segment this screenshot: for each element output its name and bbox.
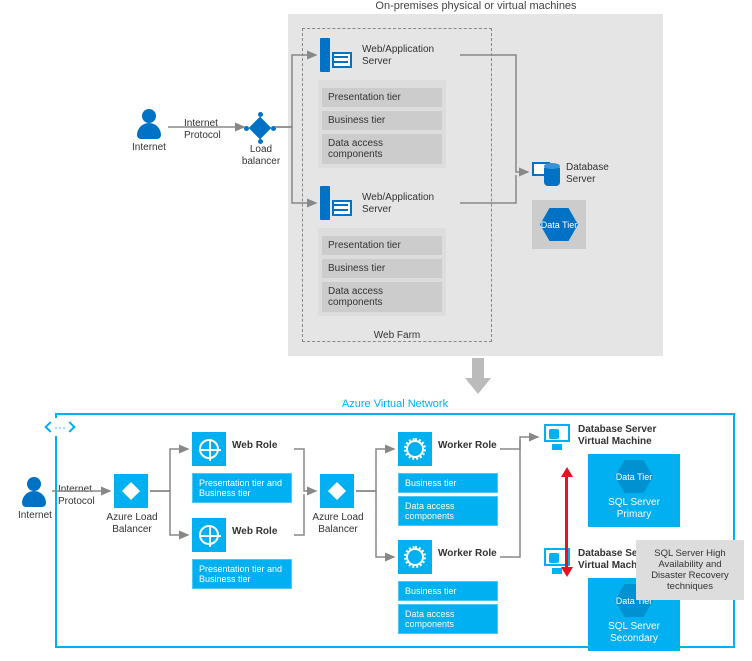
data-access-tier: Data access components	[398, 496, 498, 526]
server-label: Web/Application Server	[362, 192, 452, 216]
web-role-tier: Presentation tier and Business tier	[192, 473, 292, 503]
presentation-tier: Presentation tier	[322, 236, 442, 255]
data-tier-hex: Data Tier	[615, 460, 653, 493]
migration-arrow-icon	[465, 358, 491, 396]
replication-arrow-icon	[561, 467, 573, 577]
worker-role-label: Worker Role	[438, 440, 508, 452]
tiers-group: Presentation tier Business tier Data acc…	[318, 80, 446, 168]
db-vm-icon	[542, 424, 572, 450]
webapp-server-icon	[320, 186, 348, 220]
sql-primary-block: Data Tier SQL Server Primary	[588, 454, 680, 527]
user-icon	[20, 477, 48, 507]
user-icon	[135, 109, 163, 139]
business-tier: Business tier	[322, 259, 442, 278]
worker-tiers: Business tier Data access components	[398, 578, 498, 634]
alb-label: Azure Load Balancer	[312, 512, 364, 536]
web-role-label: Web Role	[232, 526, 292, 538]
data-tier-box: Data Tier	[532, 200, 586, 249]
internet-label: Internet	[124, 142, 174, 154]
db-server-label: Database Server	[566, 162, 626, 186]
presentation-tier: Presentation tier	[322, 88, 442, 107]
tiers-group: Presentation tier Business tier Data acc…	[318, 228, 446, 316]
hadr-box: SQL Server High Availability and Disaste…	[636, 540, 744, 600]
server-label: Web/Application Server	[362, 44, 452, 68]
data-access-tier: Data access components	[322, 134, 442, 164]
business-tier: Business tier	[322, 111, 442, 130]
alb-label: Azure Load Balancer	[106, 512, 158, 536]
business-tier: Business tier	[398, 473, 498, 493]
web-role-icon	[192, 518, 226, 552]
load-balancer-icon	[247, 115, 273, 141]
worker-role-label: Worker Role	[438, 548, 508, 560]
web-role-label: Web Role	[232, 440, 292, 452]
worker-role-icon	[398, 432, 432, 466]
webfarm-label: Web Farm	[302, 330, 492, 341]
sql-label: SQL Server Primary	[592, 497, 676, 521]
worker-tiers: Business tier Data access components	[398, 470, 498, 526]
internet-label: Internet	[10, 510, 60, 522]
web-role-tier: Presentation tier and Business tier	[192, 559, 292, 589]
azure-lb-icon	[320, 474, 354, 508]
business-tier: Business tier	[398, 581, 498, 601]
onprem-title: On-premises physical or virtual machines	[300, 0, 652, 12]
vnet-title: Azure Virtual Network	[55, 398, 735, 410]
ip-label: Internet Protocol	[184, 118, 232, 142]
db-vm-label: Database Server Virtual Machine	[578, 424, 678, 448]
azure-lb-icon	[114, 474, 148, 508]
data-access-tier: Data access components	[322, 282, 442, 312]
data-tier-hex: Data Tier	[540, 208, 578, 241]
vnet-tag-icon: ···	[44, 418, 76, 436]
webapp-server-icon	[320, 38, 348, 72]
ip-label: Internet Protocol	[58, 484, 106, 508]
worker-role-icon	[398, 540, 432, 574]
lb-label: Load balancer	[236, 144, 286, 168]
data-access-tier: Data access components	[398, 604, 498, 634]
web-role-icon	[192, 432, 226, 466]
sql-label: SQL Server Secondary	[592, 621, 676, 645]
database-icon	[532, 160, 560, 188]
